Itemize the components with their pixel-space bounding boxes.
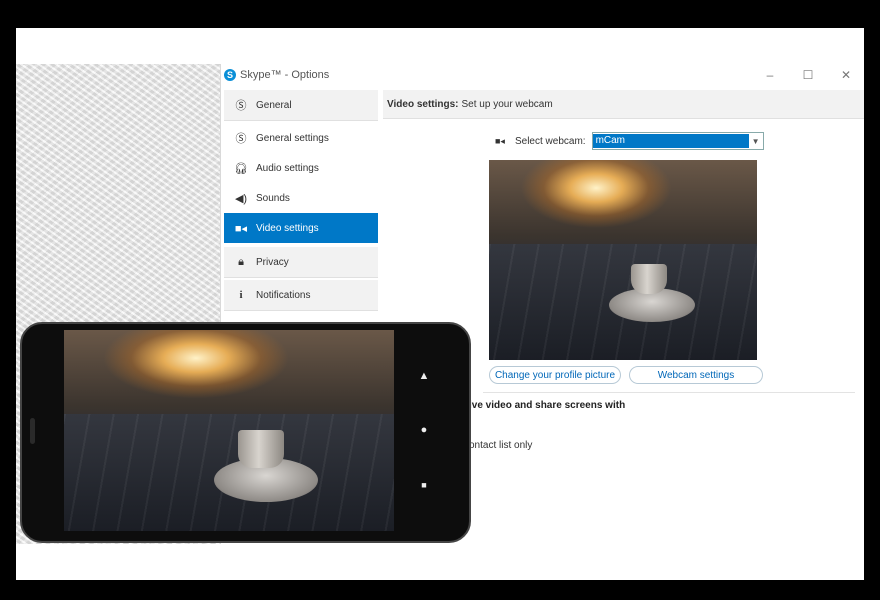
webcam-dropdown-value: mCam (592, 134, 749, 148)
preview-button-row: Change your profile picture Webcam setti… (489, 366, 763, 384)
sidebar-item-sounds[interactable]: ◀) Sounds (224, 183, 378, 213)
sidebar-item-audio-settings[interactable]: 🎧︎ Audio settings (224, 153, 378, 183)
speaker-icon: ◀) (234, 192, 248, 205)
sidebar-item-label: Notifications (256, 289, 311, 301)
phone-nav-bar: ▲ ● ■ (394, 330, 454, 531)
sidebar-item-label: Sounds (256, 192, 290, 204)
webcam-preview-image (489, 160, 757, 360)
video-camera-icon: ■◂ (234, 222, 248, 235)
sidebar-item-label: General settings (256, 132, 329, 144)
header-description: Set up your webcam (461, 98, 553, 110)
phone-camera-preview (64, 330, 394, 531)
coffee-cup (631, 264, 667, 294)
window-controls: – ☐ ✕ (751, 68, 864, 82)
change-profile-picture-button[interactable]: Change your profile picture (489, 366, 621, 384)
lock-icon: 🔒︎ (238, 255, 244, 268)
window-title: Skype™ - Options (240, 69, 330, 81)
sidebar-item-general-settings[interactable]: Ⓢ General settings (224, 123, 378, 153)
skype-icon: Ⓢ (235, 133, 247, 145)
minimize-button[interactable]: – (751, 68, 789, 82)
sidebar-item-video-settings[interactable]: ■◂ Video settings (224, 213, 378, 243)
info-icon: i (239, 289, 243, 301)
close-button[interactable]: ✕ (827, 68, 864, 82)
phone-device: ▲ ● ■ (20, 322, 471, 543)
home-circle-icon[interactable]: ● (416, 424, 432, 436)
skype-icon: Ⓢ (235, 100, 247, 112)
contact-list-option[interactable]: ontact list only (469, 440, 532, 451)
video-camera-icon: ■◂ (495, 135, 505, 146)
coffee-cup (238, 430, 284, 468)
settings-content: Video settings: Set up your webcam ■◂ Se… (383, 90, 864, 451)
sidebar-item-label: General (256, 99, 292, 111)
sidebar-item-label: Video settings (256, 222, 319, 234)
sidebar-item-general[interactable]: Ⓢ General (224, 90, 378, 121)
webcam-select-row: ■◂ Select webcam: mCam ▼ (495, 132, 764, 150)
chevron-down-icon: ▼ (751, 136, 760, 146)
webcam-label: Select webcam: (514, 135, 586, 147)
phone-speaker (30, 418, 35, 444)
share-video-setting-label: ive video and share screens with (469, 400, 626, 411)
content-header: Video settings: Set up your webcam (383, 90, 864, 119)
sidebar-item-label: Privacy (256, 256, 289, 268)
back-triangle-icon[interactable]: ▲ (416, 370, 432, 382)
phone-preview-image (64, 330, 394, 531)
header-section-name: Video settings: (387, 98, 459, 110)
headset-icon: 🎧︎ (234, 162, 248, 175)
sidebar-item-notifications[interactable]: i Notifications (224, 280, 378, 311)
options-sidebar: Ⓢ General Ⓢ General settings 🎧︎ Audio se… (224, 90, 378, 313)
webcam-dropdown[interactable]: mCam ▼ (591, 132, 764, 150)
webcam-settings-button[interactable]: Webcam settings (629, 366, 763, 384)
skype-logo-icon: S (224, 69, 236, 81)
maximize-button[interactable]: ☐ (789, 68, 827, 82)
webcam-preview (489, 160, 757, 360)
sidebar-item-privacy[interactable]: 🔒︎ Privacy (224, 247, 378, 278)
sidebar-item-label: Audio settings (256, 162, 319, 174)
section-divider (483, 392, 855, 393)
recents-square-icon[interactable]: ■ (416, 480, 432, 490)
title-bar: S Skype™ - Options – ☐ ✕ (221, 64, 864, 86)
